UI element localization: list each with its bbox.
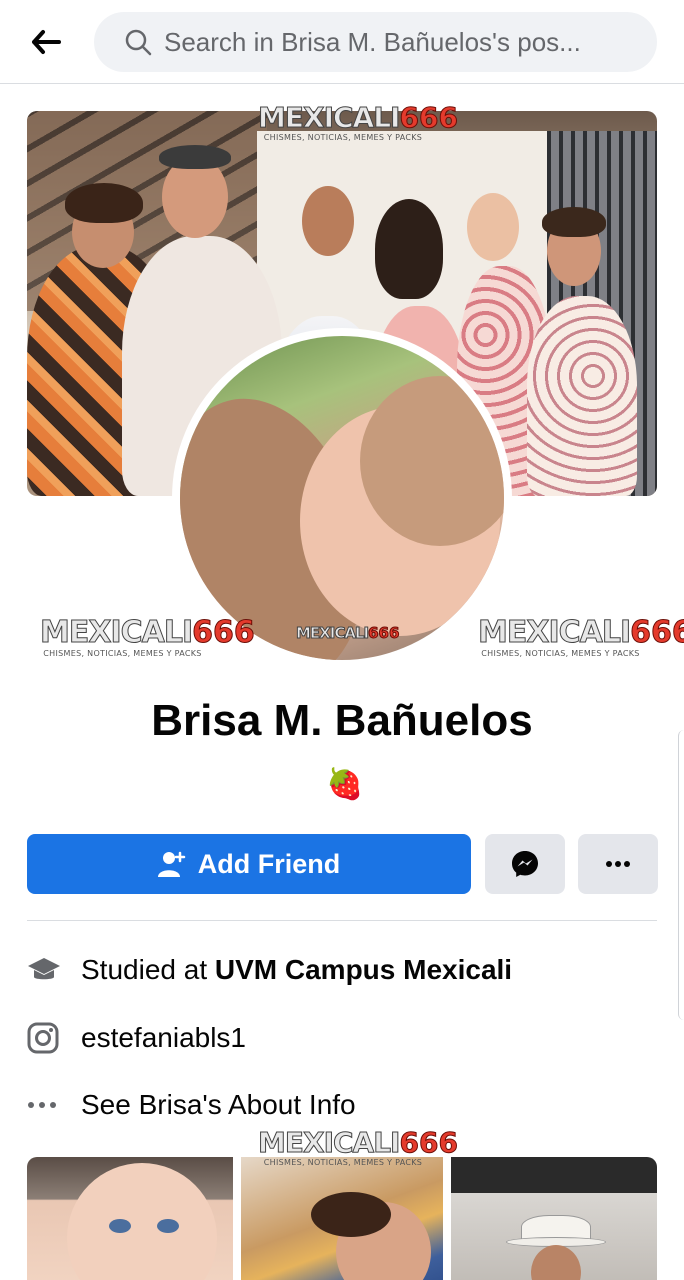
divider: [27, 920, 657, 921]
graduation-cap-icon: [27, 955, 81, 985]
strawberry-emoji: 🍓: [326, 768, 364, 801]
photo-thumbnail[interactable]: [451, 1157, 657, 1280]
photo-thumbnail[interactable]: [27, 1157, 233, 1280]
instagram-handle: estefaniabls1: [81, 1022, 247, 1053]
more-dots-icon: [27, 1101, 81, 1109]
more-dots-icon: [606, 861, 630, 867]
search-placeholder: Search in Brisa M. Bañuelos's pos...: [164, 26, 581, 57]
instagram-icon: [27, 1022, 81, 1054]
photo-thumbnail[interactable]: [241, 1157, 443, 1280]
arrow-left-icon: [32, 30, 61, 54]
watermark-logo: MEXICALI666: [295, 624, 400, 642]
add-friend-label: Add Friend: [197, 848, 341, 879]
about-info-label: See Brisa's About Info: [81, 1089, 356, 1120]
add-friend-button[interactable]: Add Friend: [27, 834, 471, 894]
avatar[interactable]: [180, 336, 504, 660]
person-add-icon: [157, 850, 186, 878]
search-input[interactable]: Search in Brisa M. Bañuelos's pos...: [94, 12, 657, 72]
message-button[interactable]: [485, 834, 565, 894]
top-bar: Search in Brisa M. Bañuelos's pos...: [0, 0, 684, 84]
messenger-icon: [512, 851, 538, 877]
watermark-logo: MEXICALI666 CHISMES, NOTICIAS, MEMES Y P…: [39, 615, 255, 658]
more-button[interactable]: [578, 834, 658, 894]
watermark-logo: MEXICALI666 CHISMES, NOTICIAS, MEMES Y P…: [257, 1126, 458, 1167]
watermark-logo: MEXICALI666 CHISMES, NOTICIAS, MEMES Y P…: [477, 615, 684, 658]
instagram-row[interactable]: estefaniabls1: [27, 1018, 667, 1058]
school-link[interactable]: UVM Campus Mexicali: [215, 954, 512, 985]
education-row: Studied at UVM Campus Mexicali: [27, 950, 667, 990]
about-info-row[interactable]: See Brisa's About Info: [27, 1085, 667, 1125]
search-icon: [125, 29, 152, 56]
profile-name: Brisa M. Bañuelos: [151, 696, 533, 745]
back-button[interactable]: [26, 24, 66, 60]
scrollbar[interactable]: [678, 730, 684, 1020]
watermark-logo: MEXICALI666 CHISMES, NOTICIAS, MEMES Y P…: [257, 101, 458, 142]
